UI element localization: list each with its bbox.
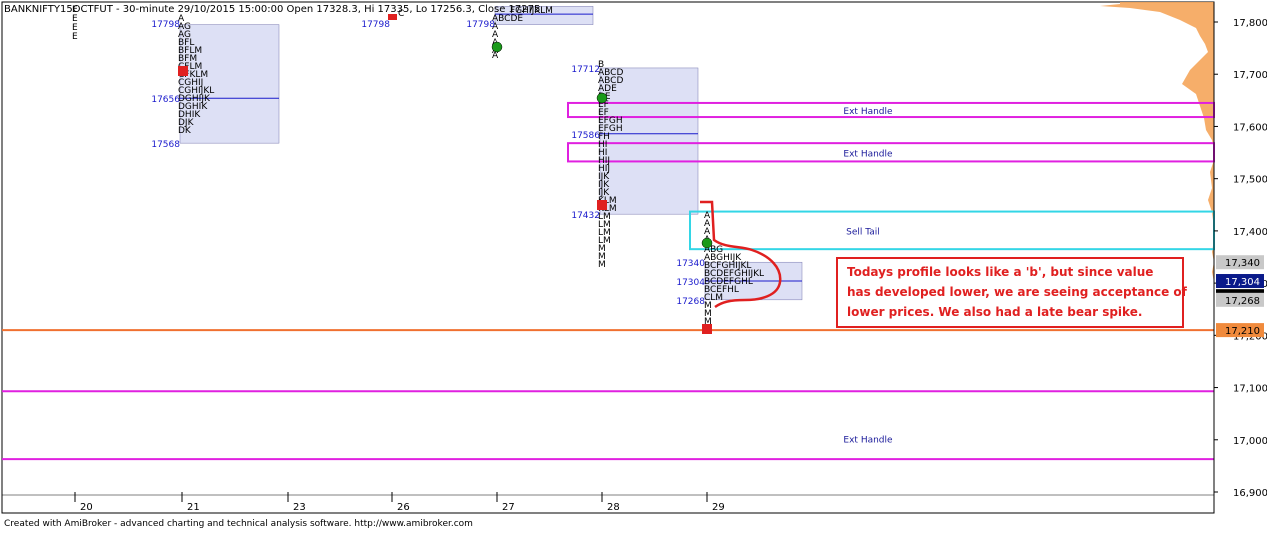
y-tick-label: 17,400 — [1233, 227, 1267, 238]
x-tick-label: 21 — [187, 502, 200, 513]
profile-price-label: 17568 — [151, 140, 180, 150]
x-tick-label: 20 — [80, 502, 93, 513]
profile-price-label: 17304 — [676, 278, 705, 288]
level-label: Ext Handle — [843, 435, 893, 445]
market-profile-chart: Ext Handle Ext Handle Sell Tail Ext Handle… — [1, 1, 1267, 529]
y-tick-label: 17,600 — [1233, 122, 1267, 133]
footer-credit: Created with AmiBroker - advanced charti… — [4, 519, 473, 529]
x-tick-label: 28 — [607, 502, 620, 513]
y-tick-label: 17,000 — [1233, 436, 1267, 447]
close-marker — [597, 200, 607, 210]
y-tick-label: 17,800 — [1233, 18, 1267, 29]
profile-price-label: 17798 — [151, 20, 180, 30]
price-badge-label: 17,340 — [1225, 258, 1260, 269]
tpo-day20: E — [72, 32, 78, 42]
profile-price-label: 17798 — [466, 20, 495, 30]
profile-price-label: 17656 — [151, 95, 180, 105]
y-tick-label: 16,900 — [1233, 488, 1267, 499]
open-marker — [596, 92, 608, 104]
tpo-day28: M — [598, 260, 606, 270]
open-marker — [491, 41, 503, 53]
price-badge-label: 17,210 — [1225, 326, 1260, 337]
chart-title: BANKNIFTY15OCTFUT - 30-minute 29/10/2015… — [4, 4, 540, 15]
profile-price-label: 17712 — [571, 65, 600, 75]
profile-price-label: 17798 — [361, 20, 390, 30]
y-tick-label: 17,100 — [1233, 384, 1267, 395]
open-marker — [701, 237, 713, 249]
tpo-day21: DK — [178, 126, 192, 136]
annotation-box: Todays profile looks like a 'b', but sin… — [836, 257, 1188, 328]
price-badges: 17,34017,30417,27517,26817,210 — [1216, 255, 1264, 338]
price-badge-label: 17,304 — [1225, 277, 1260, 288]
annotation-line: Todays profile looks like a 'b', but sin… — [847, 265, 1153, 279]
zone-label: Sell Tail — [846, 227, 880, 237]
close-marker — [702, 324, 712, 334]
chart: Ext Handle Ext Handle Sell Tail Ext Handle… — [0, 0, 1267, 529]
annotation-line: lower prices. We also had a late bear sp… — [847, 305, 1142, 319]
profile-price-label: 17340 — [676, 259, 705, 269]
profile-price-label: 17432 — [571, 211, 600, 221]
x-tick-label: 26 — [397, 502, 410, 513]
zone-label: Ext Handle — [843, 107, 893, 117]
x-tick-label: 27 — [502, 502, 515, 513]
zone-label: Ext Handle — [843, 149, 893, 159]
y-tick-label: 17,700 — [1233, 70, 1267, 81]
tpo-day27: A — [492, 51, 499, 61]
annotation-line: has developed lower, we are seeing accep… — [847, 285, 1188, 299]
price-badge-label: 17,268 — [1225, 296, 1260, 307]
profile-price-label: 17268 — [676, 297, 705, 307]
y-tick-label: 17,500 — [1233, 175, 1267, 186]
close-marker — [178, 66, 188, 76]
profile-price-label: 17586 — [571, 131, 600, 141]
x-tick-label: 23 — [293, 502, 306, 513]
x-tick-label: 29 — [712, 502, 725, 513]
